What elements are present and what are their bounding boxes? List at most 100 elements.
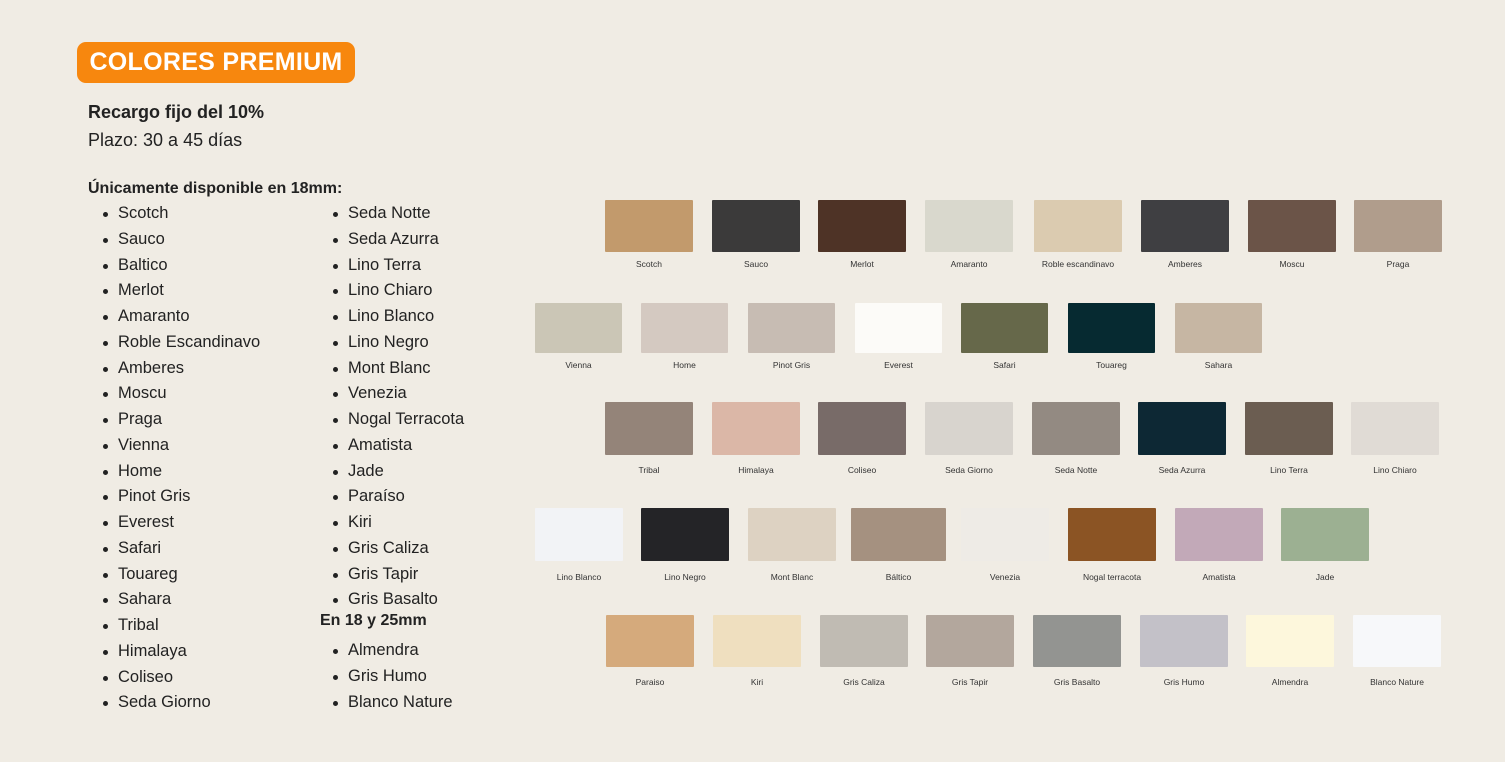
color-list-item: Scotch — [100, 201, 260, 227]
color-swatch — [851, 508, 946, 561]
color-swatch-label: Amaranto — [950, 259, 988, 269]
color-swatch — [1138, 402, 1226, 455]
color-swatch — [1354, 200, 1442, 252]
color-list-item: Lino Blanco — [330, 304, 464, 330]
color-swatch-label: Safari — [993, 360, 1016, 370]
color-list-item: Almendra — [330, 638, 453, 664]
color-swatch-label: Praga — [1386, 259, 1410, 269]
color-swatch-label: Kiri — [750, 677, 764, 687]
color-list-item: Tribal — [100, 613, 260, 639]
color-swatch — [961, 508, 1049, 561]
color-list-item: Home — [100, 459, 260, 485]
color-swatch-label: Sauco — [743, 259, 769, 269]
color-swatch — [925, 200, 1013, 252]
color-swatch — [1353, 615, 1441, 667]
color-list-item: Seda Notte — [330, 201, 464, 227]
color-list-item: Vienna — [100, 433, 260, 459]
color-swatch — [820, 615, 908, 667]
color-swatch — [1141, 200, 1229, 252]
color-swatch — [712, 200, 800, 252]
color-list-item: Touareg — [100, 562, 260, 588]
color-swatch-label: Tribal — [638, 465, 660, 475]
color-swatch-label: Blanco Nature — [1370, 677, 1424, 687]
color-swatch — [925, 402, 1013, 455]
color-swatch-label: Himalaya — [738, 465, 774, 475]
color-list-item: Roble Escandinavo — [100, 330, 260, 356]
color-swatch — [641, 508, 729, 561]
color-swatch-label: Almendra — [1271, 677, 1309, 687]
color-swatch-label: Touareg — [1096, 360, 1127, 370]
color-swatch-label: Lino Negro — [664, 572, 706, 582]
color-swatch — [1246, 615, 1334, 667]
color-swatch — [605, 200, 693, 252]
color-swatch — [713, 615, 801, 667]
color-swatch-label: Home — [673, 360, 696, 370]
color-swatch-label: Everest — [884, 360, 913, 370]
color-list-item: Lino Terra — [330, 253, 464, 279]
color-swatch-label: Lino Chiaro — [1373, 465, 1417, 475]
color-swatch — [535, 303, 622, 353]
color-swatch-label: Scotch — [636, 259, 662, 269]
color-swatch-label: Pinot Gris — [772, 360, 811, 370]
color-list-item: Paraíso — [330, 484, 464, 510]
color-swatch — [1175, 508, 1263, 561]
color-list-item: Kiri — [330, 510, 464, 536]
color-list-item: Amatista — [330, 433, 464, 459]
color-list-item: Coliseo — [100, 665, 260, 691]
color-swatch-label: Lino Terra — [1270, 465, 1308, 475]
color-list-item: Gris Caliza — [330, 536, 464, 562]
color-list-item: Praga — [100, 407, 260, 433]
color-list-item: Lino Negro — [330, 330, 464, 356]
color-list-item: Sahara — [100, 587, 260, 613]
color-swatch-label: Seda Notte — [1054, 465, 1098, 475]
color-list-item: Safari — [100, 536, 260, 562]
color-list-column-3: Almendra Gris Humo Blanco Nature — [330, 638, 453, 715]
color-list-item: Gris Tapir — [330, 562, 464, 588]
color-swatch — [1245, 402, 1333, 455]
color-list-item: Pinot Gris — [100, 484, 260, 510]
color-swatch-label: Paraiso — [635, 677, 665, 687]
color-swatch — [606, 615, 694, 667]
color-swatch-label: Nogal terracota — [1082, 572, 1142, 582]
color-swatch-label: Gris Basalto — [1053, 677, 1101, 687]
color-list-item: Blanco Nature — [330, 690, 453, 716]
color-list-column-2: Seda Notte Seda Azurra Lino Terra Lino Chia… — [330, 201, 464, 613]
color-list-item: Seda Giorno — [100, 690, 260, 716]
color-list-item: Jade — [330, 459, 464, 485]
color-swatch-label: Gris Tapir — [951, 677, 989, 687]
color-swatch — [1068, 508, 1156, 561]
color-swatch — [961, 303, 1048, 353]
color-swatch-label: Moscu — [1279, 259, 1305, 269]
color-list-item: Sauco — [100, 227, 260, 253]
color-list-item: Mont Blanc — [330, 356, 464, 382]
18-25mm-heading: En 18 y 25mm — [320, 612, 427, 629]
color-swatch — [1033, 615, 1121, 667]
surcharge-text: Recargo fijo del 10% — [88, 102, 265, 122]
color-list-item: Gris Humo — [330, 664, 453, 690]
color-list-item: Himalaya — [100, 639, 260, 665]
color-list-item: Amaranto — [100, 304, 260, 330]
color-swatch — [818, 402, 906, 455]
color-list-item: Nogal Terracota — [330, 407, 464, 433]
color-swatch-label: Jade — [1315, 572, 1335, 582]
color-swatch — [1351, 402, 1439, 455]
color-swatch-label: Merlot — [850, 259, 874, 269]
color-list-item: Lino Chiaro — [330, 278, 464, 304]
color-swatch-label: Mont Blanc — [770, 572, 814, 582]
color-swatch-label: Báltico — [885, 572, 912, 582]
color-list-item: Seda Azurra — [330, 227, 464, 253]
color-swatch — [855, 303, 942, 353]
color-list-column-1: Scotch Sauco Baltico Merlot Amaranto Roble Es… — [100, 201, 260, 716]
color-swatch-label: Amatista — [1202, 572, 1236, 582]
color-swatch — [605, 402, 693, 455]
color-swatch-label: Coliseo — [847, 465, 877, 475]
color-swatch-label: Amberes — [1167, 259, 1203, 269]
color-swatch-label: Vienna — [565, 360, 592, 370]
color-list-item: Merlot — [100, 278, 260, 304]
color-list-item: Everest — [100, 510, 260, 536]
color-swatch — [926, 615, 1014, 667]
color-swatch-label: Lino Blanco — [556, 572, 602, 582]
color-swatch — [818, 200, 906, 252]
color-swatch — [1068, 303, 1155, 353]
only-18mm-heading: Únicamente disponible en 18mm: — [88, 180, 343, 197]
